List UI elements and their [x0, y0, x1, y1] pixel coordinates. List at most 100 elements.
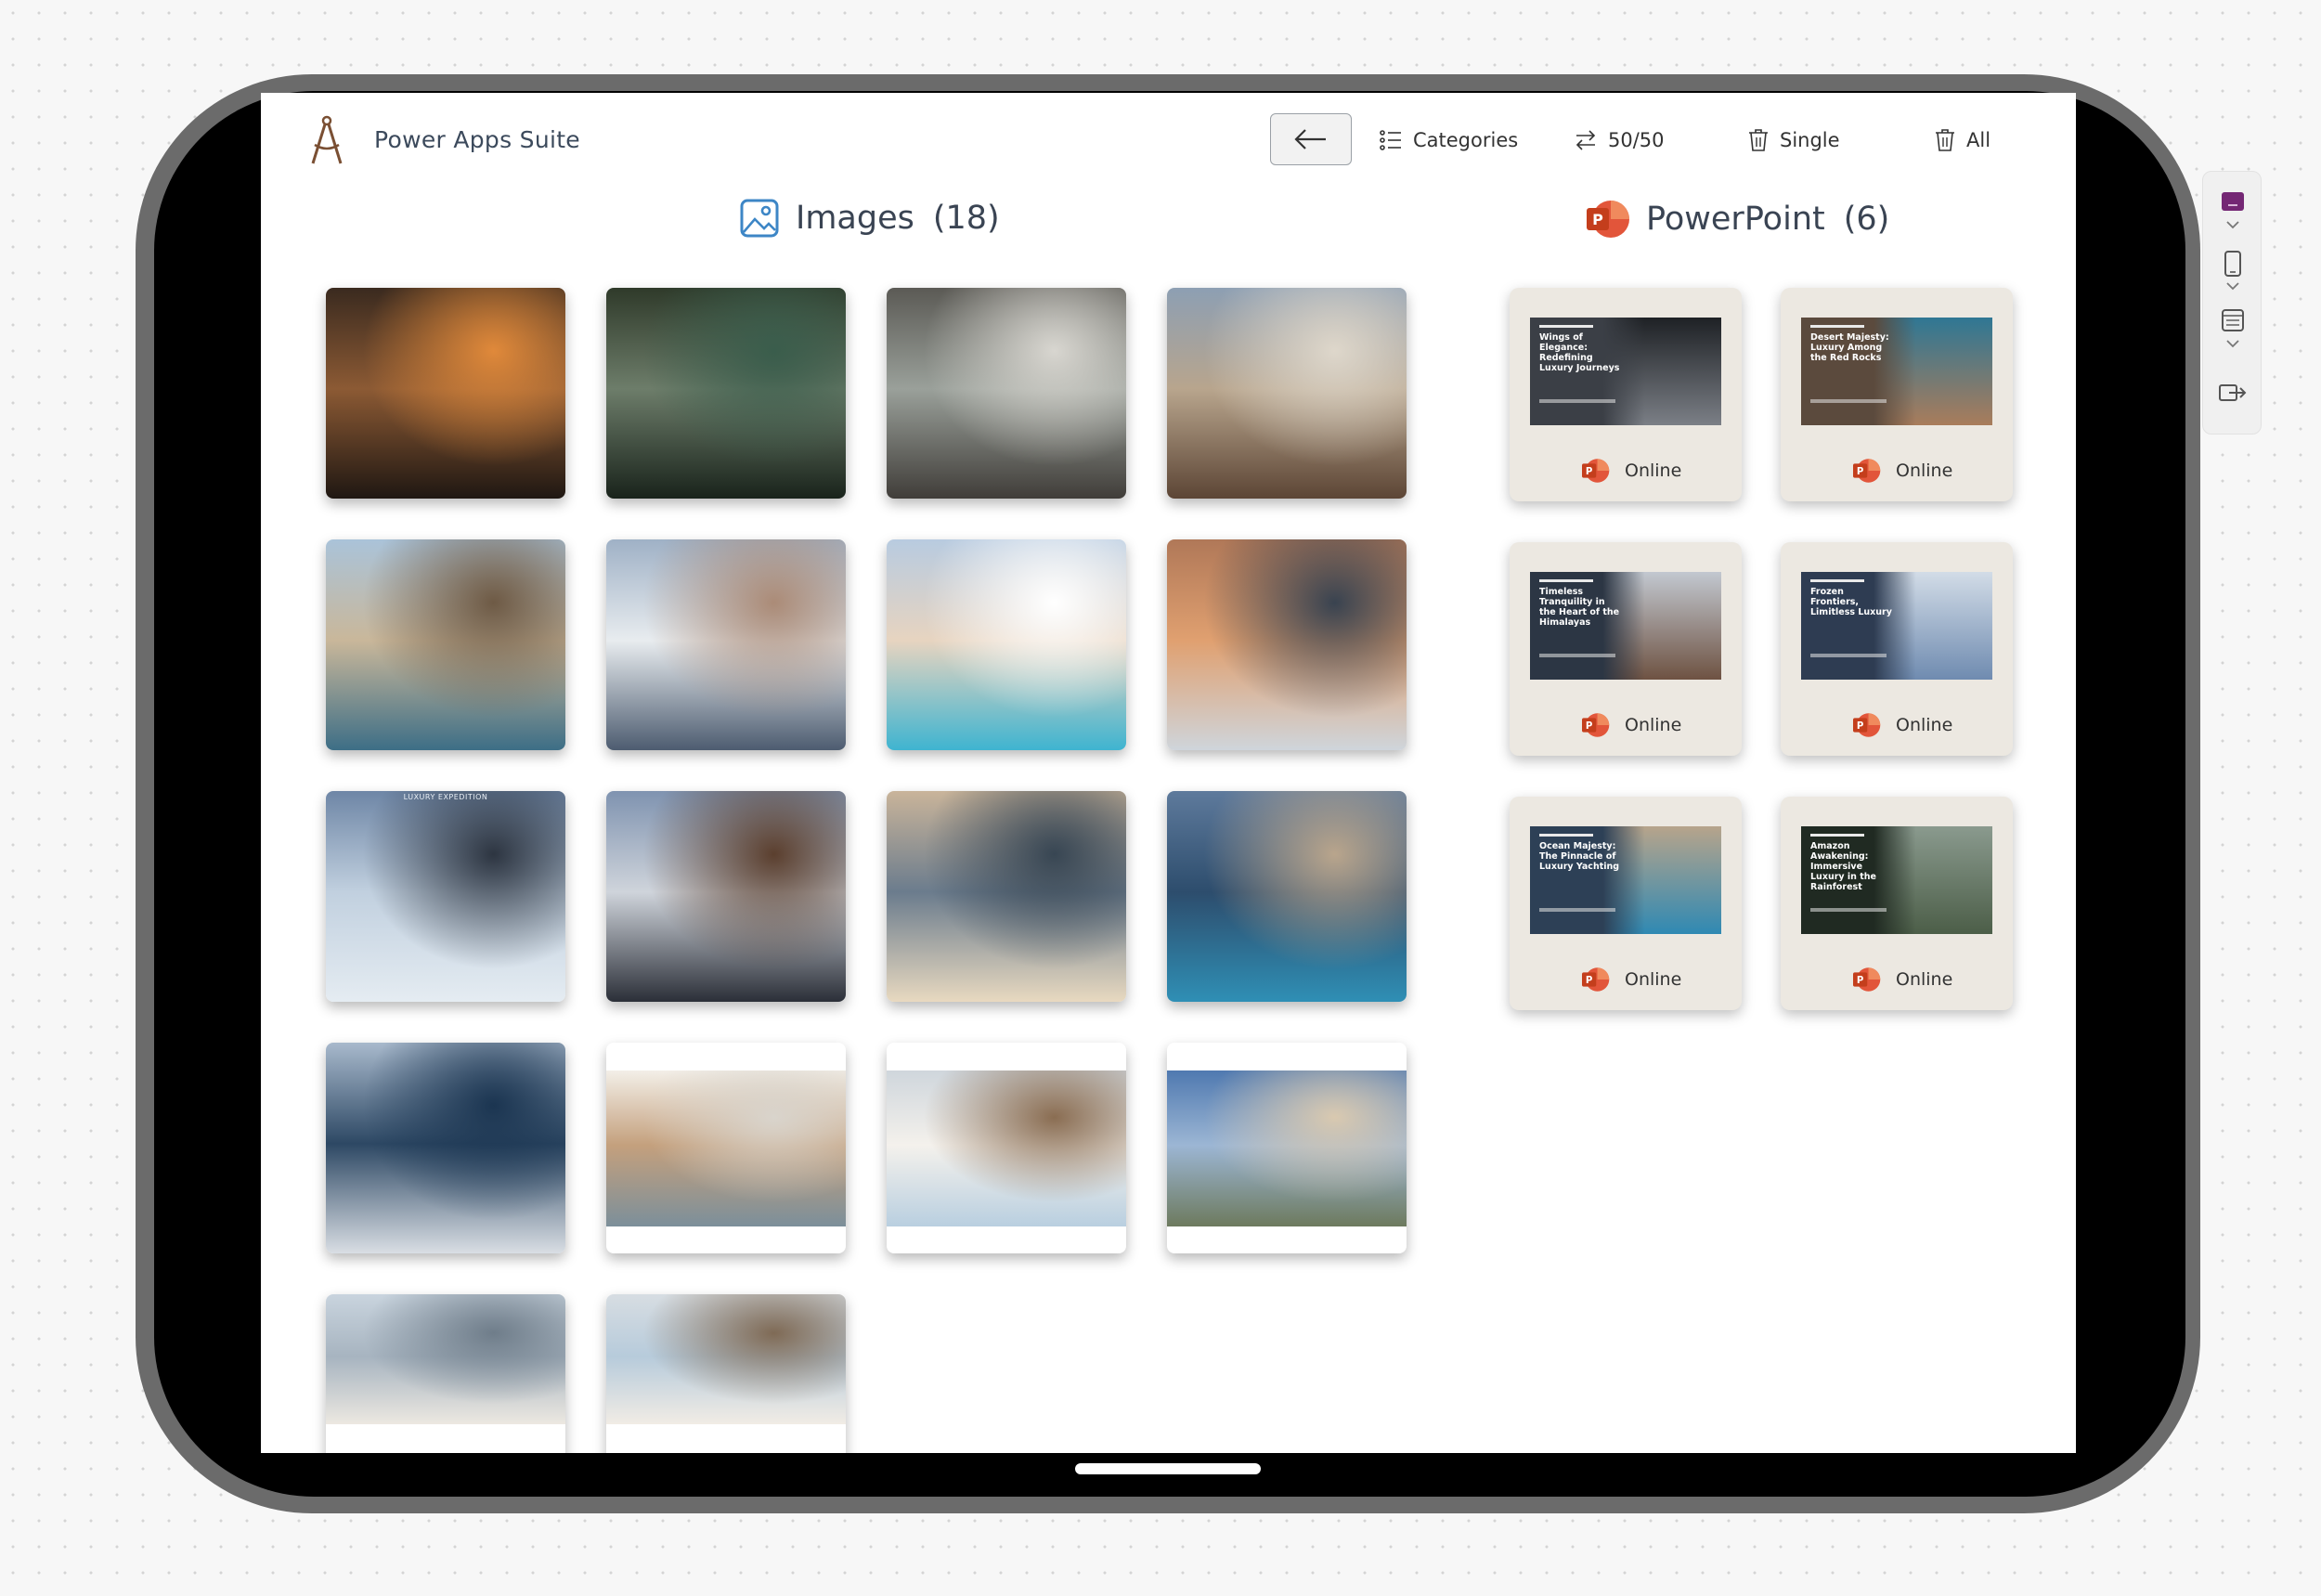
image-tile[interactable]	[326, 288, 565, 499]
powerpoint-card[interactable]: Timeless Tranquility in the Heart of the…	[1510, 542, 1742, 756]
export-tool[interactable]	[2203, 382, 2263, 406]
slide-thumbnail: Ocean Majesty: The Pinnacle of Luxury Ya…	[1530, 826, 1721, 934]
phone-icon	[2224, 251, 2241, 291]
image-tile[interactable]	[326, 1294, 565, 1453]
image-tile[interactable]	[887, 288, 1126, 499]
slide-title: Wings of Elegance: Redefining Luxury Jou…	[1539, 332, 1620, 373]
powerpoint-icon: P	[1582, 713, 1610, 737]
image-icon	[740, 199, 779, 238]
file-status: P Online	[1851, 967, 1952, 993]
image-tile[interactable]	[326, 1043, 565, 1253]
svg-text:P: P	[1586, 976, 1593, 986]
app-title: Power Apps Suite	[374, 126, 580, 153]
images-heading: Images (18)	[740, 199, 1000, 238]
image-overlay-label: LUXURY EXPEDITION	[403, 793, 488, 801]
export-icon	[2219, 384, 2247, 401]
delete-all-label: All	[1966, 129, 1991, 151]
svg-text:P: P	[1857, 976, 1864, 986]
slide-title: Amazon Awakening: Immersive Luxury in th…	[1810, 841, 1876, 892]
file-status: P Online	[1851, 712, 1952, 738]
image-thumbnail	[887, 791, 1126, 1002]
image-thumbnail	[606, 791, 846, 1002]
image-tile[interactable]	[606, 791, 846, 1002]
app-screen: Power Apps Suite Categories 50/50 Single…	[261, 93, 2076, 1453]
image-thumbnail	[606, 288, 846, 499]
layout-tool[interactable]	[2203, 307, 2263, 352]
side-toolbar	[2202, 171, 2262, 435]
image-tile[interactable]	[1167, 1043, 1407, 1253]
image-thumbnail	[326, 288, 565, 499]
powerpoint-icon: P	[1582, 459, 1610, 483]
slide-title: Desert Majesty: Luxury Among the Red Roc…	[1810, 332, 1889, 363]
slide-thumbnail: Frozen Frontiers, Limitless Luxury	[1801, 572, 1992, 680]
powerpoint-card[interactable]: Desert Majesty: Luxury Among the Red Roc…	[1781, 288, 2013, 501]
svg-text:P: P	[1586, 467, 1593, 477]
status-label: Online	[1896, 715, 1953, 735]
image-tile[interactable]	[606, 1043, 846, 1253]
app-icon	[2222, 192, 2244, 229]
split-label: 50/50	[1608, 129, 1665, 151]
delete-all-button[interactable]: All	[1935, 124, 1990, 156]
svg-text:P: P	[1592, 211, 1603, 228]
status-label: Online	[1625, 715, 1682, 735]
powerpoint-card[interactable]: Ocean Majesty: The Pinnacle of Luxury Ya…	[1510, 797, 1742, 1010]
trash-icon	[1936, 129, 1954, 151]
status-label: Online	[1625, 969, 1682, 990]
powerpoint-heading: P PowerPoint (6)	[1585, 199, 1889, 240]
image-thumbnail	[1167, 288, 1407, 499]
image-tile[interactable]	[887, 539, 1126, 750]
images-title: Images	[796, 200, 914, 237]
list-icon	[1380, 130, 1401, 150]
app-tool[interactable]	[2203, 190, 2263, 231]
powerpoint-title: PowerPoint	[1646, 201, 1825, 238]
arrow-left-icon	[1294, 129, 1326, 149]
powerpoint-card[interactable]: Amazon Awakening: Immersive Luxury in th…	[1781, 797, 2013, 1010]
image-tile[interactable]: LUXURY EXPEDITION	[326, 791, 565, 1002]
powerpoint-gallery: Wings of Elegance: Redefining Luxury Jou…	[1510, 288, 2013, 1010]
file-status: P Online	[1580, 967, 1681, 993]
split-view-button[interactable]: 50/50	[1575, 124, 1665, 156]
categories-button[interactable]: Categories	[1380, 124, 1518, 156]
file-status: P Online	[1580, 712, 1681, 738]
svg-text:P: P	[1857, 721, 1864, 732]
image-tile[interactable]	[606, 288, 846, 499]
image-tile[interactable]	[326, 539, 565, 750]
powerpoint-icon: P	[1587, 201, 1629, 238]
slide-thumbnail: Wings of Elegance: Redefining Luxury Jou…	[1530, 318, 1721, 425]
image-thumbnail	[606, 539, 846, 750]
home-indicator	[1075, 1463, 1261, 1474]
image-tile[interactable]	[1167, 539, 1407, 750]
image-thumbnail	[887, 288, 1126, 499]
image-tile[interactable]	[887, 791, 1126, 1002]
image-tile[interactable]	[1167, 288, 1407, 499]
delete-single-label: Single	[1780, 129, 1840, 151]
delete-single-button[interactable]: Single	[1748, 124, 1840, 156]
back-button[interactable]	[1270, 113, 1352, 165]
slide-thumbnail: Desert Majesty: Luxury Among the Red Roc…	[1801, 318, 1992, 425]
image-thumbnail	[606, 1294, 846, 1424]
phone-tool[interactable]	[2203, 250, 2263, 294]
categories-label: Categories	[1413, 129, 1519, 151]
status-label: Online	[1896, 969, 1953, 990]
image-thumbnail	[326, 539, 565, 750]
slide-title: Timeless Tranquility in the Heart of the…	[1539, 587, 1620, 628]
image-tile[interactable]	[1167, 791, 1407, 1002]
image-tile[interactable]	[606, 1294, 846, 1453]
slide-title: Ocean Majesty: The Pinnacle of Luxury Ya…	[1539, 841, 1620, 872]
slide-title: Frozen Frontiers, Limitless Luxury	[1810, 587, 1892, 617]
status-label: Online	[1625, 461, 1682, 481]
file-status: P Online	[1580, 458, 1681, 484]
powerpoint-icon: P	[1853, 713, 1881, 737]
image-thumbnail	[887, 1070, 1126, 1226]
image-gallery: LUXURY EXPEDITION	[326, 288, 1412, 1453]
slide-thumbnail: Amazon Awakening: Immersive Luxury in th…	[1801, 826, 1992, 934]
image-tile[interactable]	[887, 1043, 1126, 1253]
image-tile[interactable]	[606, 539, 846, 750]
powerpoint-icon: P	[1853, 967, 1881, 992]
image-thumbnail	[887, 539, 1126, 750]
images-count: (18)	[932, 200, 1000, 237]
powerpoint-card[interactable]: Frozen Frontiers, Limitless Luxury P Onlin…	[1781, 542, 2013, 756]
file-status: P Online	[1851, 458, 1952, 484]
powerpoint-card[interactable]: Wings of Elegance: Redefining Luxury Jou…	[1510, 288, 1742, 501]
swap-arrows-icon	[1575, 130, 1596, 150]
